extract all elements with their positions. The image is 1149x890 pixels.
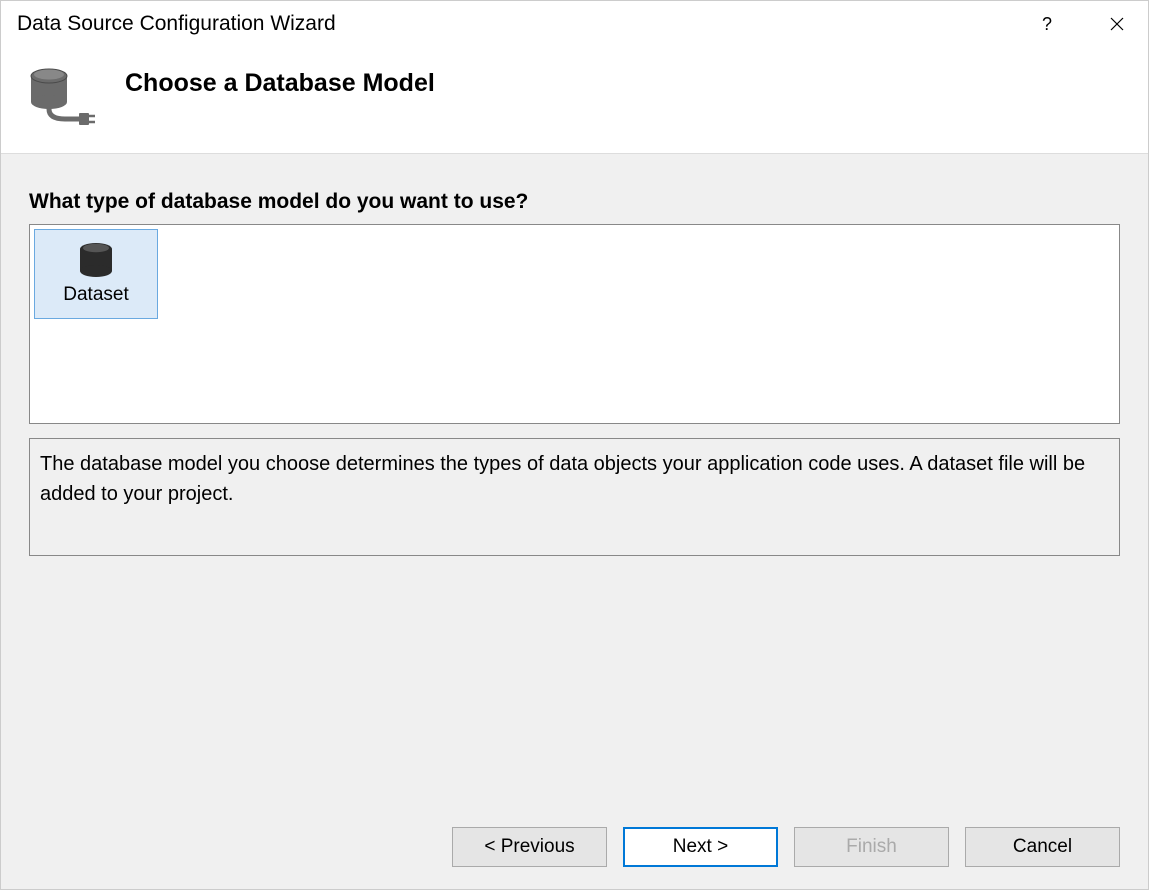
cancel-button[interactable]: Cancel [965, 827, 1120, 867]
page-title: Choose a Database Model [125, 69, 435, 98]
dataset-icon [77, 242, 115, 278]
button-bar: < Previous Next > Finish Cancel [1, 809, 1148, 889]
previous-button[interactable]: < Previous [452, 827, 607, 867]
help-button[interactable]: ? [1032, 9, 1062, 39]
model-item-label: Dataset [63, 284, 128, 306]
model-type-list[interactable]: Dataset [29, 224, 1120, 424]
close-button[interactable] [1102, 9, 1132, 39]
question-label: What type of database model do you want … [29, 190, 1120, 214]
next-button[interactable]: Next > [623, 827, 778, 867]
header-panel: Choose a Database Model [1, 43, 1148, 153]
close-icon [1109, 16, 1125, 32]
titlebar: Data Source Configuration Wizard ? [1, 1, 1148, 43]
finish-button: Finish [794, 827, 949, 867]
database-connector-icon [25, 67, 97, 129]
description-text: The database model you choose determines… [29, 438, 1120, 556]
window-title: Data Source Configuration Wizard [17, 12, 336, 36]
model-item-dataset[interactable]: Dataset [34, 229, 158, 319]
titlebar-controls: ? [1032, 9, 1132, 39]
content-area: What type of database model do you want … [1, 153, 1148, 809]
